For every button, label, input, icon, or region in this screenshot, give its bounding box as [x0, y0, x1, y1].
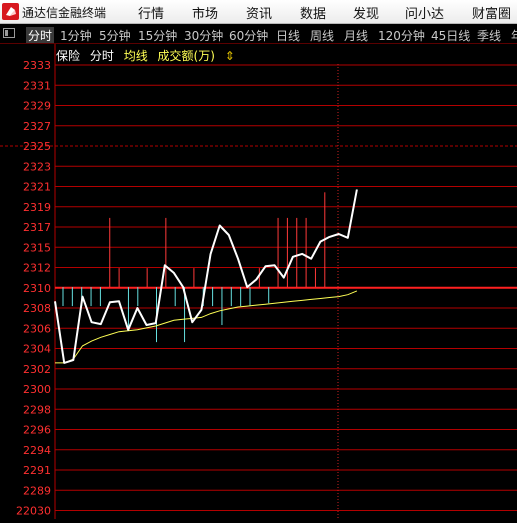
y-axis-label: 2333: [23, 59, 51, 72]
y-axis-label: 2317: [23, 221, 51, 234]
up-down-arrow-icon[interactable]: ⇕: [225, 49, 235, 63]
y-axis-label: 2302: [23, 363, 51, 376]
menu-item-quotes[interactable]: 行情: [138, 3, 164, 22]
y-axis-label: 2296: [23, 424, 51, 437]
y-axis-label: 2304: [23, 343, 51, 356]
tab-yearly[interactable]: 年: [511, 27, 517, 43]
menu-item-news[interactable]: 资讯: [246, 3, 272, 22]
intraday-price-series: [54, 189, 358, 364]
menu-item-discover[interactable]: 发现: [353, 3, 379, 22]
legend-turnover: 成交额(万): [157, 49, 215, 63]
tab-120min[interactable]: 120分钟: [378, 27, 425, 43]
y-axis-label: 2329: [23, 100, 51, 113]
y-axis-label: 2327: [23, 120, 51, 133]
y-axis-label: 2315: [23, 241, 51, 254]
tab-45day[interactable]: 45日线: [431, 27, 470, 43]
panel-toggle-icon[interactable]: [3, 28, 15, 38]
tab-quarterly[interactable]: 季线: [477, 27, 501, 43]
tab-30min[interactable]: 30分钟: [184, 27, 223, 43]
y-axis-label: 2331: [23, 79, 51, 92]
tab-60min[interactable]: 60分钟: [229, 27, 268, 43]
menu-item-ask-xiaoda[interactable]: 问小达: [405, 3, 444, 22]
intraday-chart[interactable]: 2333 2331 2329 2327 2325 2323 2321 2319 2317 2315…: [0, 44, 517, 519]
period-tab-bar: 分时 1分钟 5分钟 15分钟 30分钟 60分钟 日线 周线 月线 120分钟…: [0, 24, 517, 44]
y-axis-label: 22030: [16, 505, 51, 518]
y-axis-label: 2306: [23, 322, 51, 335]
y-axis-label: 2291: [23, 464, 51, 477]
y-axis-label: 2319: [23, 201, 51, 214]
app-title: 通达信金融终端: [22, 6, 107, 20]
tab-15min[interactable]: 15分钟: [138, 27, 177, 43]
y-axis-label: 2312: [23, 262, 51, 275]
menu-item-market[interactable]: 市场: [192, 3, 218, 22]
legend-avg-line: 均线: [123, 49, 148, 63]
tab-1min[interactable]: 1分钟: [60, 27, 92, 43]
tab-5min[interactable]: 5分钟: [99, 27, 131, 43]
tdx-logo-icon[interactable]: [2, 3, 19, 20]
y-axis-label: 2308: [23, 302, 51, 315]
intraday-chart-canvas[interactable]: 2333 2331 2329 2327 2325 2323 2321 2319 2317 2315…: [0, 44, 517, 519]
y-axis-label: 2323: [23, 160, 51, 173]
tab-monthly[interactable]: 月线: [344, 27, 368, 43]
top-menu-bar: 通达信金融终端 行情 市场 资讯 数据 发现 问小达 财富圈: [0, 0, 517, 24]
legend-intraday: 分时: [89, 49, 114, 63]
menu-item-wealth-circle[interactable]: 财富圈: [472, 3, 511, 22]
menu-item-data[interactable]: 数据: [300, 3, 326, 22]
y-axis-label: 2300: [23, 383, 51, 396]
y-axis-label: 2298: [23, 403, 51, 416]
y-axis-label: 2310: [23, 282, 51, 295]
tab-daily[interactable]: 日线: [276, 27, 300, 43]
y-axis-label: 2294: [23, 444, 51, 457]
tab-intraday[interactable]: 分时: [26, 27, 55, 43]
y-axis-label: 2321: [23, 181, 51, 194]
chart-legend: 保险 分时 均线 成交额(万) ⇕: [56, 47, 241, 64]
tab-weekly[interactable]: 周线: [310, 27, 334, 43]
y-axis-label: 2325: [23, 140, 51, 153]
legend-stock-name: 保险: [56, 49, 81, 63]
y-axis-label: 2289: [23, 484, 51, 497]
